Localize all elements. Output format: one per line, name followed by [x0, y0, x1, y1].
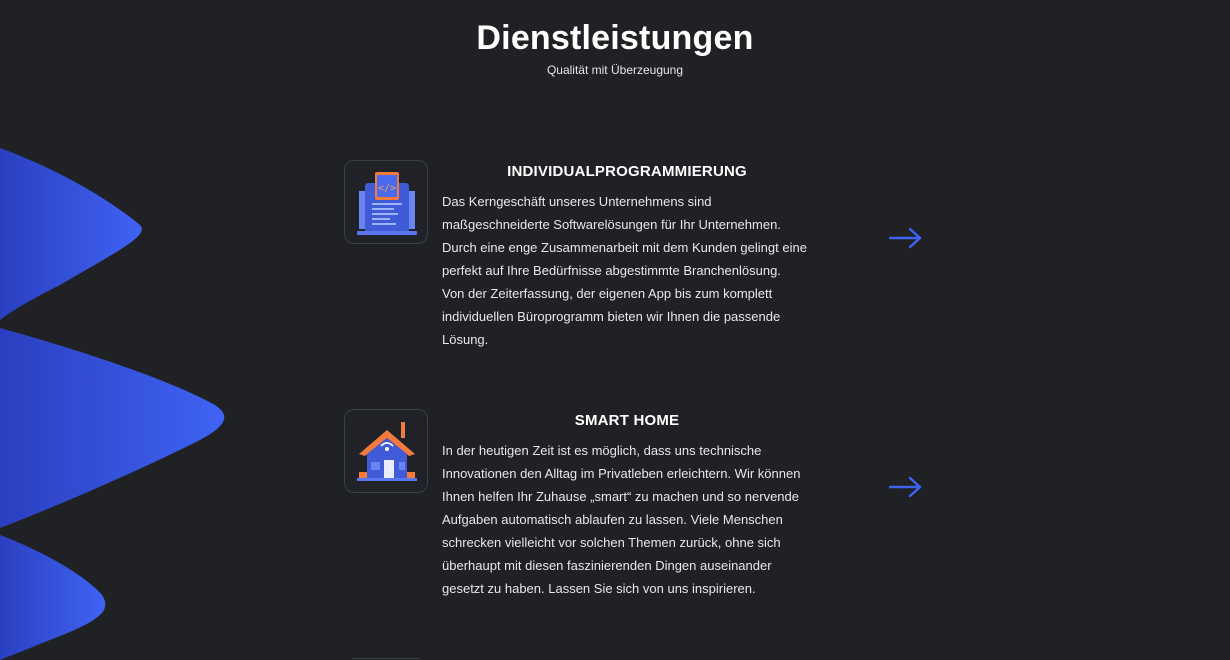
service-title: INDIVIDUALPROGRAMMIERUNG [507, 163, 747, 180]
section-header: Dienstleistungen Qualität mit Überzeugun… [0, 18, 1230, 78]
service-icon-frame [344, 409, 428, 493]
page-title: Dienstleistungen [476, 19, 754, 57]
page-subtitle: Qualität mit Überzeugung [546, 63, 684, 77]
smart-house-icon [357, 422, 417, 481]
next-card-edge [352, 658, 420, 659]
arrow-right-icon[interactable] [889, 226, 923, 250]
service-icon-frame: </> [344, 160, 428, 244]
service-description: In der heutigen Zeit ist es möglich, das… [442, 443, 801, 596]
decorative-wave-shape [0, 148, 225, 660]
arrow-right-icon[interactable] [889, 475, 923, 499]
service-description: Das Kerngeschäft unseres Unternehmens si… [442, 194, 807, 347]
service-title: SMART HOME [574, 412, 680, 429]
code-laptop-icon: </> [357, 172, 417, 235]
svg-text:</>: </> [378, 183, 396, 194]
